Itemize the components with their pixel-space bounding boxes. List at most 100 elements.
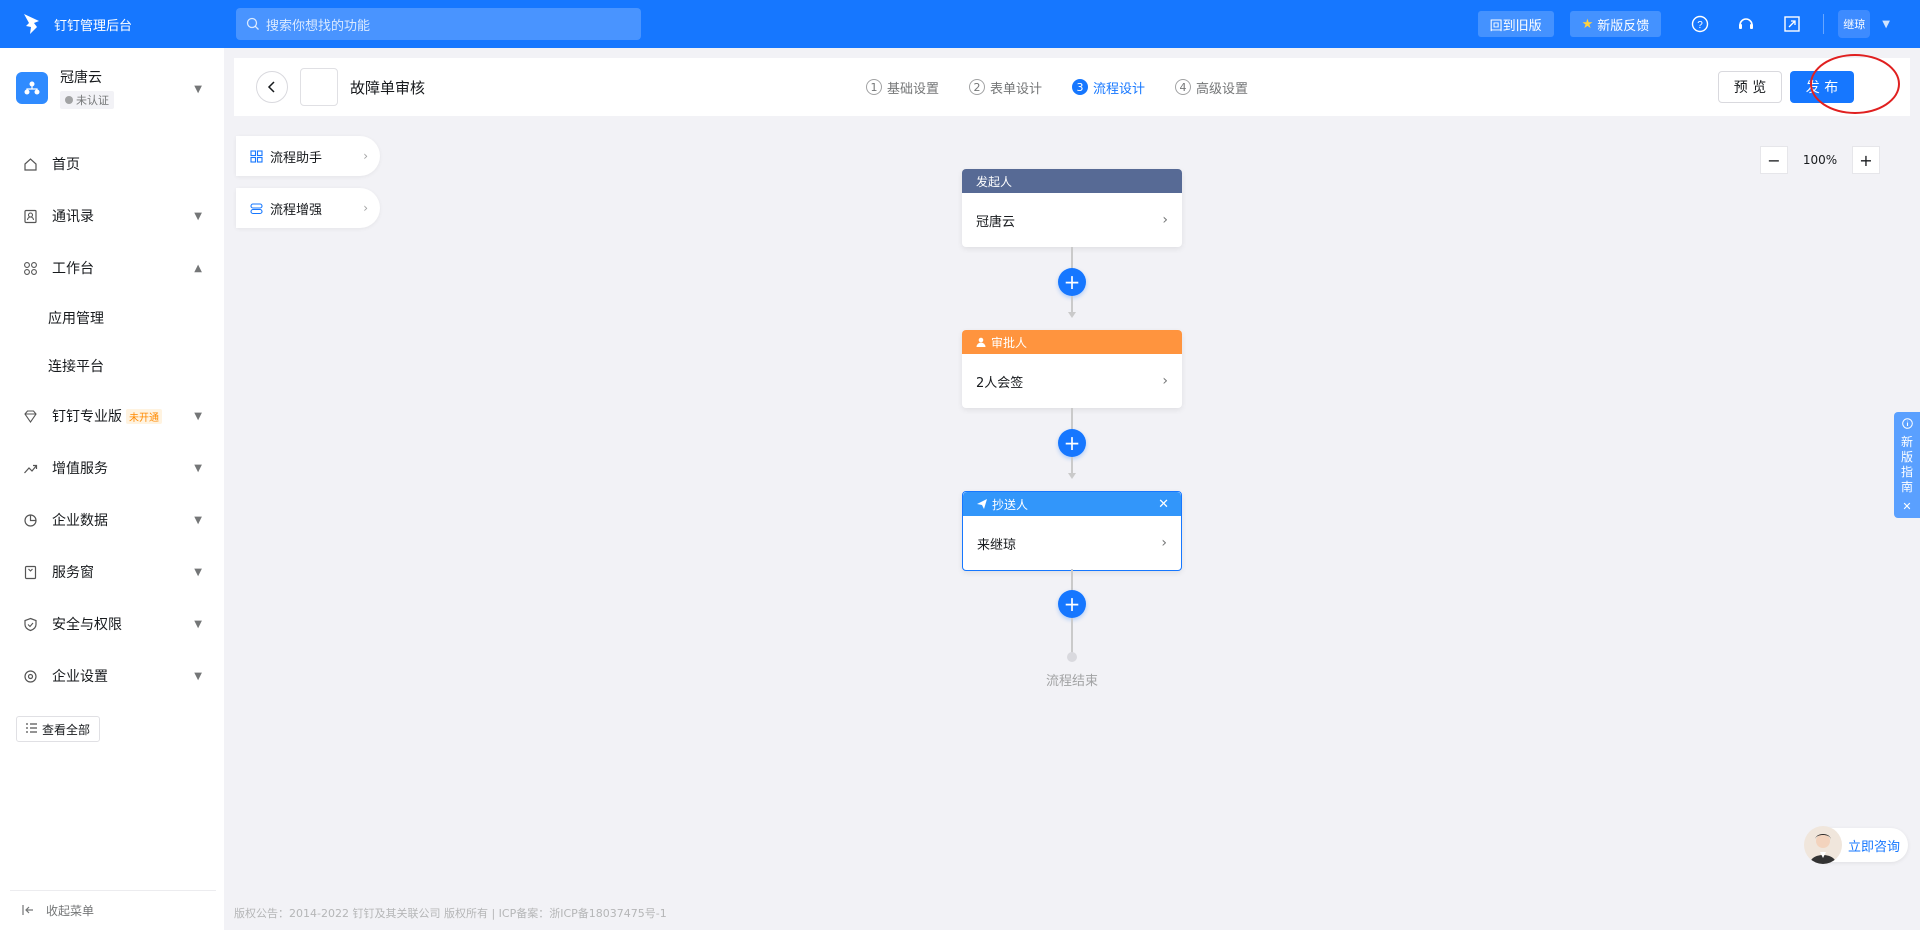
feedback-button[interactable]: ★ 新版反馈 — [1569, 11, 1662, 37]
feedback-label: 新版反馈 — [1597, 18, 1650, 34]
add-node-button[interactable]: + — [1058, 590, 1086, 618]
verify-status-label: 未认证 — [76, 94, 109, 107]
sidebar-subitem-app-management[interactable]: 应用管理 — [0, 294, 224, 342]
search-placeholder: 搜索你想找的功能 — [266, 18, 371, 34]
node-title: 发起人 — [976, 174, 1013, 189]
tab-advanced-settings[interactable]: 4 高级设置 — [1175, 78, 1248, 97]
arrow-down-icon — [1068, 312, 1076, 318]
chevron-down-icon: ▼ — [194, 462, 202, 474]
old-version-label: 回到旧版 — [1489, 18, 1542, 34]
add-node-button[interactable]: + — [1058, 268, 1086, 296]
step-number: 1 — [866, 79, 882, 95]
sidebar-item-home[interactable]: 首页 — [0, 138, 224, 190]
sidebar-item-service-window[interactable]: 服务窗 ▼ — [0, 546, 224, 598]
collapse-icon — [22, 904, 34, 918]
headset-icon[interactable] — [1735, 13, 1757, 35]
tab-form-design[interactable]: 2 表单设计 — [969, 78, 1042, 97]
collapse-menu-button[interactable]: 收起菜单 — [10, 890, 216, 930]
brand[interactable]: 钉钉管理后台 — [0, 13, 236, 35]
consult-button[interactable]: 立即咨询 — [1804, 826, 1908, 864]
step-number: 3 — [1072, 79, 1089, 95]
user-avatar[interactable]: 继琼 — [1838, 10, 1871, 38]
step-label: 表单设计 — [990, 81, 1043, 97]
guide-char: 南 — [1900, 480, 1913, 494]
home-icon — [22, 156, 38, 172]
sidebar-item-label: 企业数据 — [52, 513, 108, 529]
process-assistant-button[interactable]: 流程助手 › — [236, 136, 380, 176]
sidebar: 冠唐云 未认证 ▼ 首页 通讯录 ▼ 工作台 ▲ 应用管理 连接平台 钉钉专业版… — [0, 48, 224, 930]
node-body[interactable]: 2人会签 › — [962, 354, 1182, 408]
trend-icon — [22, 460, 38, 476]
chevron-down-icon: ▼ — [194, 210, 202, 222]
chevron-down-icon[interactable]: ▼ — [1882, 19, 1890, 30]
tab-basic-settings[interactable]: 1 基础设置 — [866, 78, 939, 97]
publish-button[interactable]: 发 布 — [1790, 71, 1854, 103]
designer-header: 故障单审核 1 基础设置 2 表单设计 3 流程设计 4 高级设置 预 览 发 布 — [234, 54, 1910, 116]
guide-char: 版 — [1900, 450, 1913, 464]
view-all-label: 查看全部 — [41, 722, 90, 737]
sidebar-item-security[interactable]: 安全与权限 ▼ — [0, 598, 224, 650]
bookmark-icon — [22, 564, 38, 580]
node-title: 抄送人 — [992, 497, 1029, 512]
chevron-right-icon: › — [1162, 212, 1168, 228]
node-body[interactable]: 冠唐云 › — [962, 193, 1182, 247]
help-icon[interactable]: ? — [1689, 13, 1711, 35]
chevron-down-icon[interactable]: ▼ — [194, 84, 202, 95]
sidebar-item-label: 钉钉专业版 — [52, 409, 122, 425]
chevron-down-icon: ▼ — [194, 618, 202, 630]
chevron-down-icon: ▼ — [194, 514, 202, 526]
approver-node[interactable]: 审批人 2人会签 › — [962, 330, 1182, 408]
back-button[interactable] — [256, 71, 288, 103]
new-guide-tab[interactable]: 新 版 指 南 ✕ — [1894, 412, 1920, 518]
chevron-left-icon — [267, 81, 275, 93]
form-title: 故障单审核 — [350, 78, 426, 97]
node-content: 2人会签 — [976, 375, 1024, 391]
sidebar-item-label: 通讯录 — [52, 209, 94, 225]
preview-button[interactable]: 预 览 — [1718, 71, 1782, 103]
shield-icon — [22, 616, 38, 632]
fullscreen-icon[interactable] — [1781, 13, 1803, 35]
divider — [1823, 14, 1825, 34]
sidebar-subitem-connect-platform[interactable]: 连接平台 — [0, 342, 224, 390]
sidebar-item-enterprise-settings[interactable]: 企业设置 ▼ — [0, 650, 224, 702]
close-icon[interactable]: ✕ — [1902, 499, 1911, 514]
sidebar-subitem-label: 连接平台 — [48, 359, 104, 375]
sidebar-item-pro[interactable]: 钉钉专业版 未开通 ▼ — [0, 390, 224, 442]
user-icon — [976, 337, 986, 347]
zoom-out-button[interactable]: − — [1760, 146, 1788, 174]
tab-process-design[interactable]: 3 流程设计 — [1072, 78, 1145, 97]
org-switcher[interactable]: 冠唐云 未认证 ▼ — [0, 48, 224, 128]
sidebar-item-contacts[interactable]: 通讯录 ▼ — [0, 190, 224, 242]
status-dot-icon — [65, 96, 73, 104]
node-header: 抄送人 ✕ — [963, 492, 1181, 516]
step-number: 2 — [969, 79, 986, 95]
node-title: 审批人 — [991, 335, 1028, 350]
node-body[interactable]: 来继琼 › — [963, 516, 1181, 570]
sidebar-item-value-added[interactable]: 增值服务 ▼ — [0, 442, 224, 494]
initiator-node[interactable]: 发起人 冠唐云 › — [962, 169, 1182, 247]
process-assistant-label: 流程助手 — [270, 150, 323, 166]
node-header: 发起人 — [962, 169, 1182, 193]
sidebar-nav: 首页 通讯录 ▼ 工作台 ▲ 应用管理 连接平台 钉钉专业版 未开通 ▼ 增值服… — [0, 138, 224, 702]
sidebar-item-enterprise-data[interactable]: 企业数据 ▼ — [0, 494, 224, 546]
old-version-button[interactable]: 回到旧版 — [1477, 11, 1554, 37]
sidebar-item-label: 工作台 — [52, 261, 94, 277]
flow-canvas[interactable]: 流程助手 › 流程增强 › − 100% + 发起人 冠唐云 › + 审批人 2人… — [234, 116, 1910, 896]
node-content: 冠唐云 — [976, 214, 1016, 230]
process-enhance-button[interactable]: 流程增强 › — [236, 188, 380, 228]
info-icon — [1901, 418, 1913, 433]
sidebar-item-workbench[interactable]: 工作台 ▲ — [0, 242, 224, 294]
chevron-right-icon: › — [363, 201, 368, 215]
zoom-in-button[interactable]: + — [1852, 146, 1880, 174]
org-name: 冠唐云 — [60, 70, 102, 86]
zoom-level: 100% — [1802, 153, 1838, 167]
add-node-button[interactable]: + — [1058, 429, 1086, 457]
search-input[interactable]: 搜索你想找的功能 — [236, 8, 641, 40]
view-all-button[interactable]: 查看全部 — [16, 716, 100, 742]
close-icon[interactable]: ✕ — [1158, 497, 1169, 512]
cc-node[interactable]: 抄送人 ✕ 来继琼 › — [962, 491, 1182, 571]
node-header: 审批人 — [962, 330, 1182, 354]
consult-label: 立即咨询 — [1848, 839, 1901, 855]
step-label: 高级设置 — [1196, 81, 1249, 97]
form-icon[interactable] — [300, 68, 338, 106]
